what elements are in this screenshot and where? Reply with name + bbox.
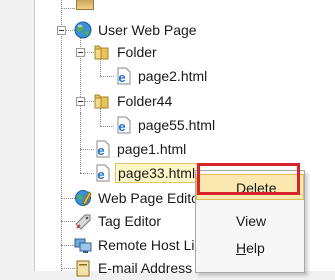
collapse-expander[interactable] (76, 97, 85, 106)
tree-item-page1[interactable]: e page1.html (93, 139, 188, 159)
tree-item-user-web-page[interactable]: User Web Page (74, 20, 199, 40)
tag-icon (74, 212, 92, 230)
tree-item-label: Folder44 (117, 93, 173, 109)
web-editor-icon (74, 189, 92, 207)
tree-connector (100, 126, 114, 127)
menu-item-label: Delete (236, 180, 277, 196)
tree-item-label: Folder (117, 44, 157, 60)
help-menu-item[interactable]: Help (196, 235, 304, 261)
tree-item-label: Tag Editor (98, 213, 162, 229)
svg-text:e: e (118, 70, 125, 85)
context-menu: Delete View Help (195, 170, 305, 273)
svg-text:e: e (97, 167, 104, 182)
tree-connector (80, 149, 94, 150)
tree-item-folder[interactable]: Folder (93, 42, 159, 62)
delete-menu-item[interactable]: Delete (196, 174, 304, 200)
menu-item-label: Help (236, 240, 265, 256)
folder-icon (93, 43, 111, 61)
html-file-icon: e (114, 116, 132, 134)
tree-item-label: page2.html (138, 68, 208, 84)
tree-item-page2[interactable]: e page2.html (114, 66, 209, 86)
view-menu-item[interactable]: View (196, 208, 304, 234)
menu-item-label: View (236, 213, 267, 229)
tree-item-label-selected: page33.html (115, 163, 199, 183)
svg-text:e: e (118, 119, 125, 134)
tree-connector (61, 198, 75, 199)
tree-connector (61, 8, 75, 9)
tree-item-label: Remote Host List (98, 237, 206, 253)
collapse-expander[interactable] (57, 26, 66, 35)
tree-item-folder44[interactable]: Folder44 (93, 91, 174, 111)
html-file-icon: e (93, 140, 111, 158)
tree-item-label: Web Page Editor (98, 190, 204, 206)
clipped-tree-icon (76, 0, 94, 10)
tree-item-web-page-editor[interactable]: Web Page Editor (74, 188, 206, 208)
globe-icon (74, 21, 92, 39)
folder-icon (93, 92, 111, 110)
tree-item-page55[interactable]: e page55.html (114, 115, 217, 135)
tree-connector (61, 268, 75, 269)
tree-item-remote-host-list[interactable]: Remote Host List (74, 235, 207, 255)
address-book-icon (74, 259, 92, 277)
tree-connector (80, 173, 94, 174)
collapse-expander[interactable] (76, 48, 85, 57)
tree-connector (61, 245, 75, 246)
remote-host-icon (74, 236, 92, 254)
html-file-icon: e (114, 67, 132, 85)
tree-connector (61, 0, 62, 271)
tree-connector (61, 221, 75, 222)
tree-connector (100, 76, 114, 77)
tree-item-label: User Web Page (98, 22, 197, 38)
tree-connector (80, 113, 81, 173)
tree-item-label: page1.html (117, 141, 187, 157)
svg-text:e: e (97, 143, 104, 158)
tree-item-label: page55.html (138, 117, 216, 133)
tree-item-page33[interactable]: e page33.html (93, 163, 199, 183)
tree-item-tag-editor[interactable]: Tag Editor (74, 211, 163, 231)
html-file-icon: e (93, 164, 111, 182)
